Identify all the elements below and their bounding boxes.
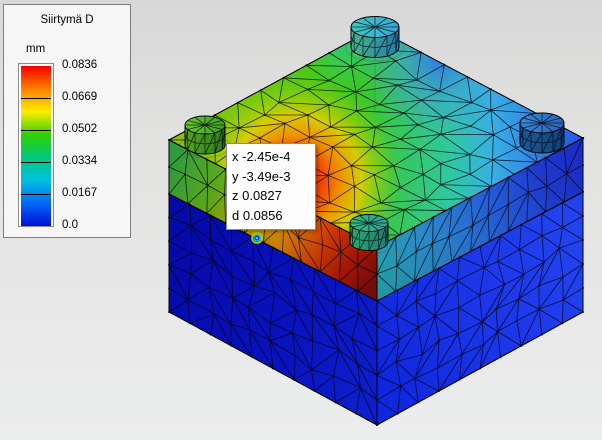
legend-tick-1: 0.0669: [62, 91, 97, 103]
boss-back[interactable]: [351, 17, 399, 58]
boss-right[interactable]: [520, 113, 564, 153]
probe-value-line-2: z 0.0827: [232, 186, 310, 206]
legend-tick-2: 0.0502: [62, 123, 97, 135]
legend-colorbar: [21, 66, 51, 226]
colorbar-tick-line-0: [21, 98, 51, 99]
legend-panel: Siirtymä D mm 0.0836 0.0669 0.0502 0.0334 0.…: [3, 4, 131, 238]
legend-tick-4: 0.0167: [62, 187, 97, 199]
probe-value-line-3: d 0.0856: [232, 206, 310, 226]
boss-left[interactable]: [185, 116, 225, 154]
probe-value-line-0: x -2.45e-4: [232, 147, 310, 167]
boss-front[interactable]: [350, 215, 388, 251]
probe-tooltip: x -2.45e-4y -3.49e-3z 0.0827d 0.0856: [226, 143, 316, 230]
colorbar-tick-line-3: [21, 194, 51, 195]
legend-tick-5: 0.0: [62, 219, 78, 231]
legend-colorbar-frame: [18, 63, 54, 227]
legend-tick-labels: 0.08360.06690.05020.03340.01670.0: [62, 65, 128, 225]
legend-tick-3: 0.0334: [62, 155, 97, 167]
probe-value-line-1: y -3.49e-3: [232, 167, 310, 187]
colorbar-tick-line-2: [21, 162, 51, 163]
simulation-viewport[interactable]: Siirtymä D mm 0.0836 0.0669 0.0502 0.0334 0.…: [0, 0, 602, 440]
legend-title: Siirtymä D: [4, 14, 130, 26]
legend-tick-0: 0.0836: [62, 59, 97, 71]
probe-marker[interactable]: [252, 233, 262, 243]
legend-unit: mm: [26, 43, 45, 55]
colorbar-tick-line-1: [21, 130, 51, 131]
